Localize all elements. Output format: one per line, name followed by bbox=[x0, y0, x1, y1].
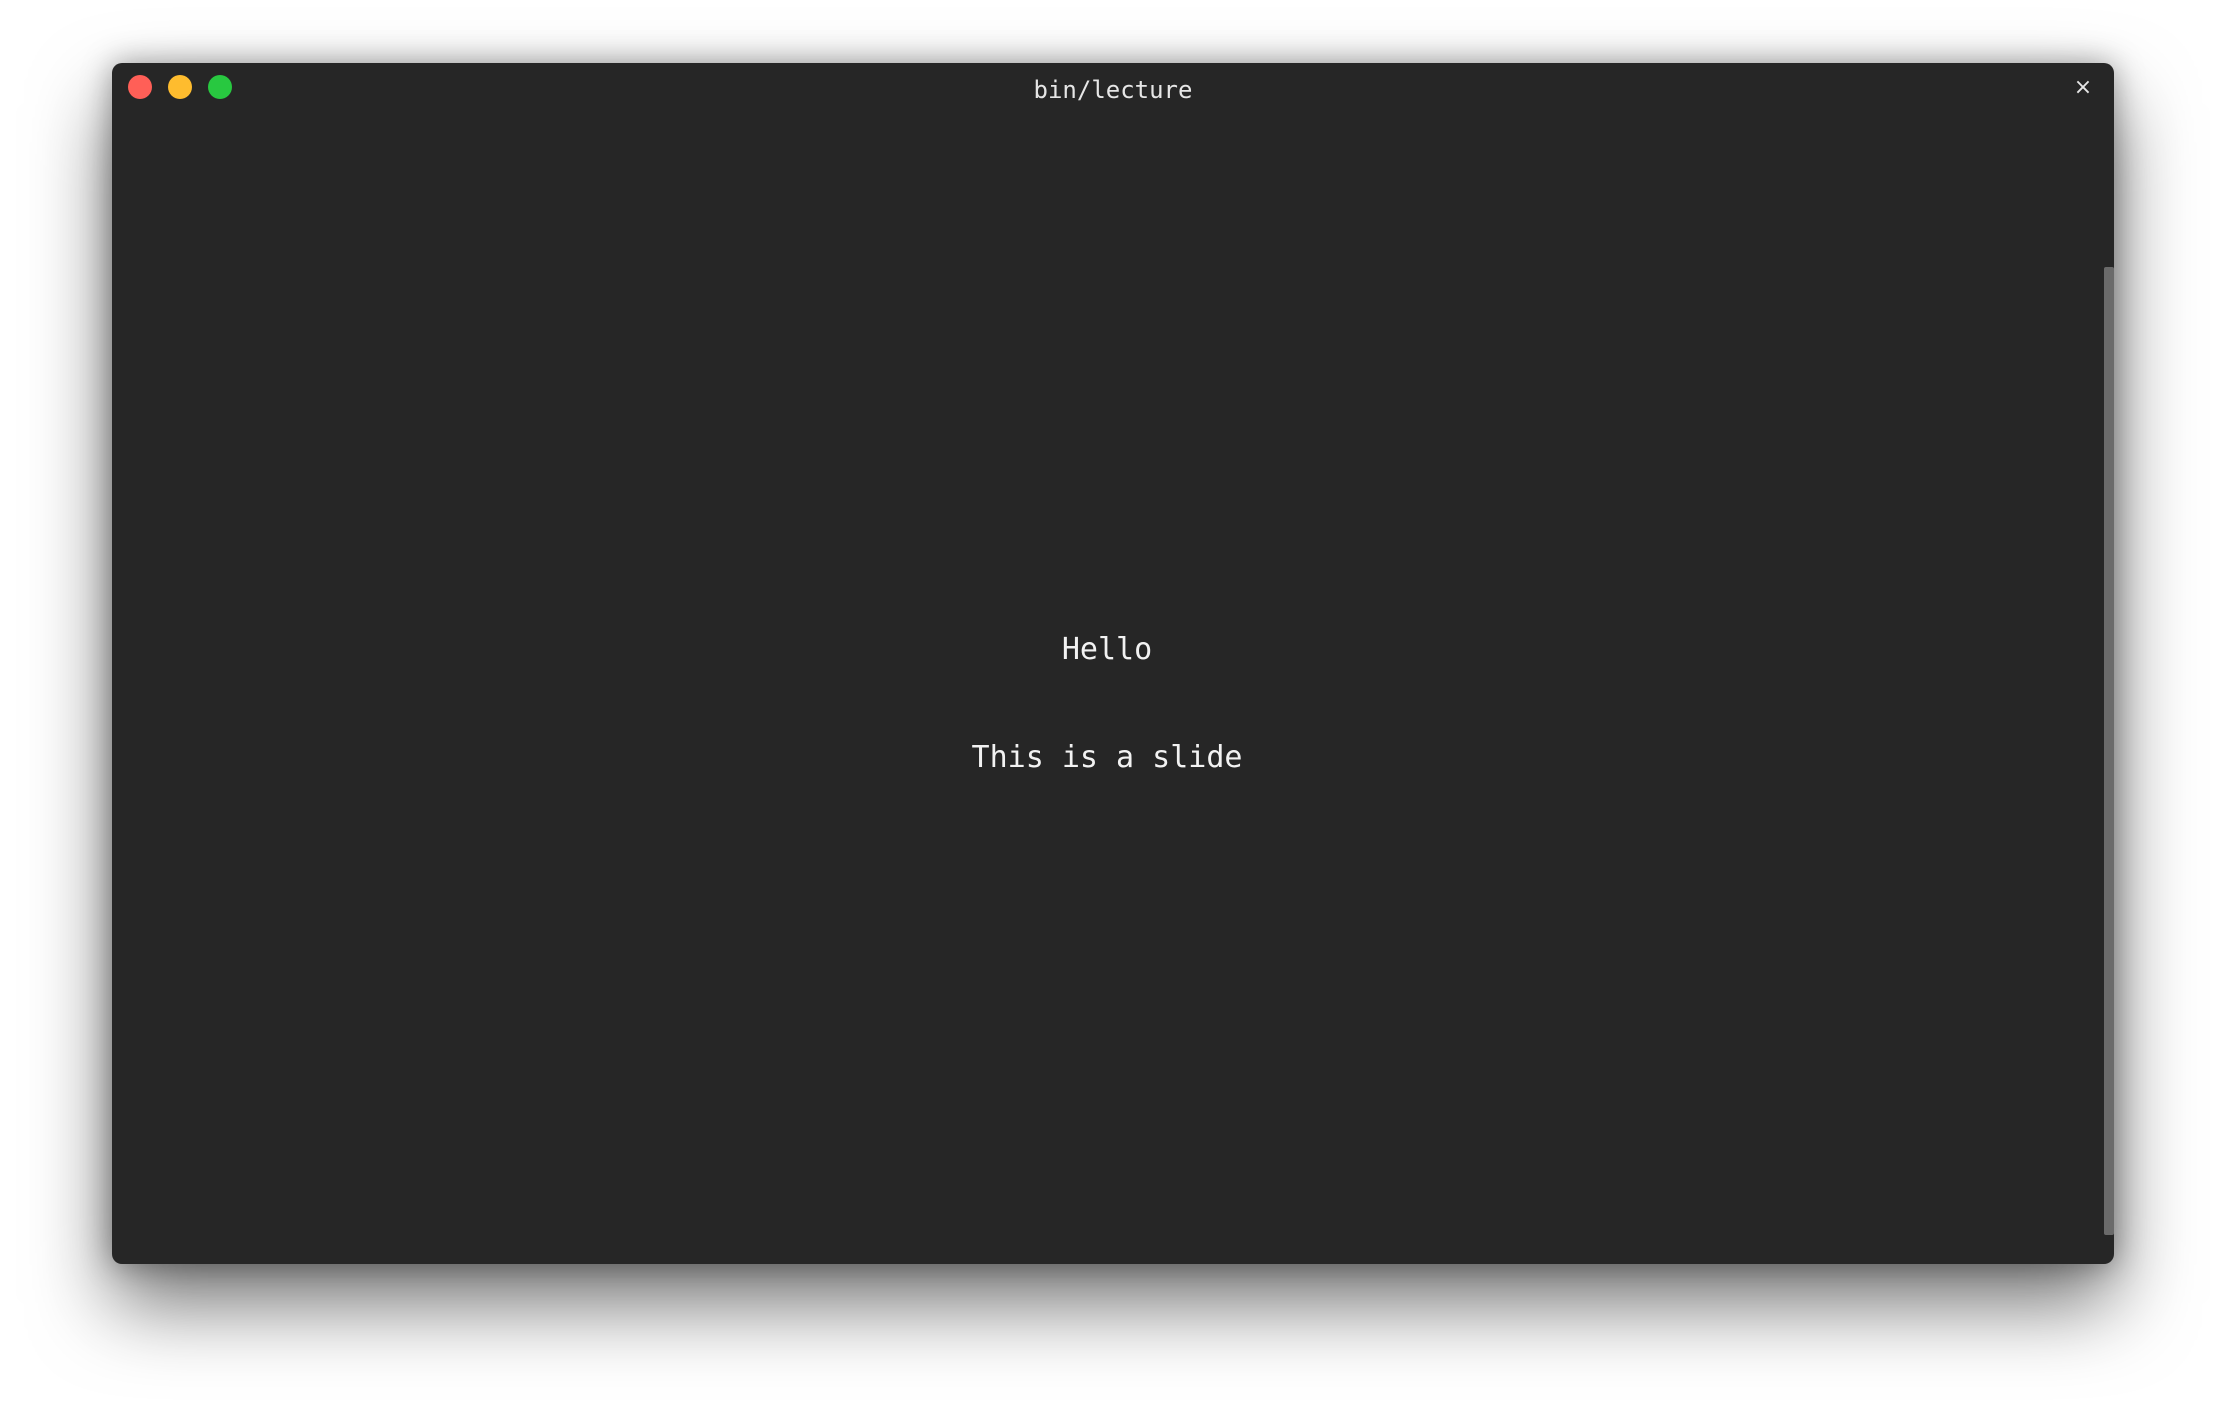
window-title: bin/lecture bbox=[1033, 76, 1193, 104]
scrollbar-thumb[interactable] bbox=[2104, 267, 2114, 1235]
terminal-window: bin/lecture × Hello This is a slide bbox=[112, 63, 2114, 1264]
title-bar[interactable]: bin/lecture × bbox=[112, 63, 2114, 115]
terminal-content[interactable]: Hello This is a slide bbox=[112, 115, 2102, 1264]
slide-heading: Hello bbox=[1061, 632, 1153, 667]
close-tab-icon[interactable]: × bbox=[2068, 73, 2098, 103]
slide-body-text: This is a slide bbox=[971, 740, 1243, 775]
scrollbar[interactable] bbox=[2102, 63, 2114, 1264]
